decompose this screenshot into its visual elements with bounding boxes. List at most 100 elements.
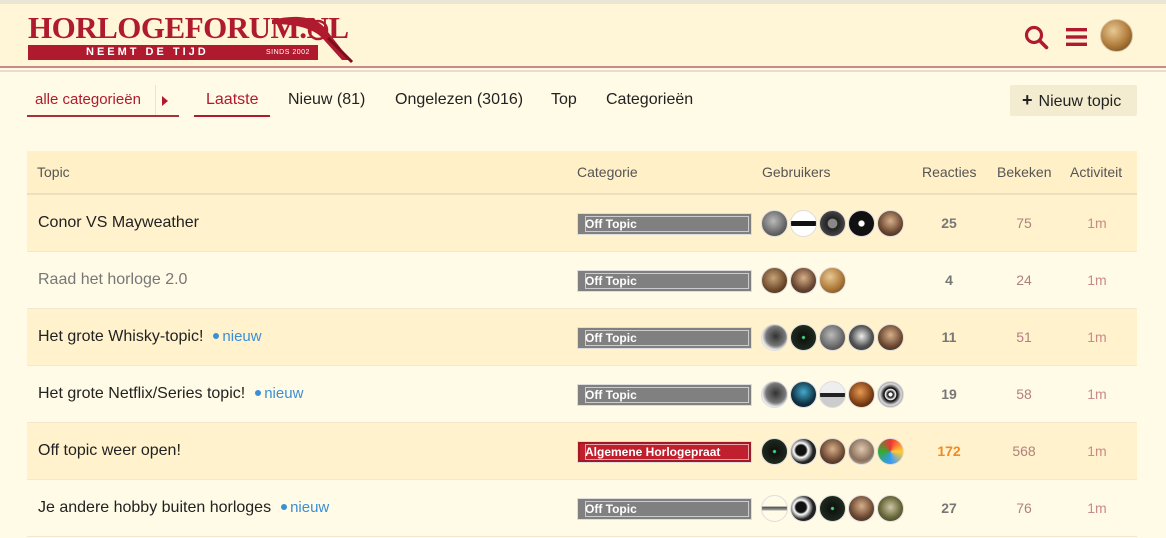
user-avatar[interactable]	[848, 210, 875, 237]
table-row: Raad het horloge 2.0 Off Topic 4 24 1m	[27, 252, 1137, 309]
user-avatar[interactable]	[848, 324, 875, 351]
tab-categories[interactable]: Categorieën	[606, 85, 693, 117]
column-category[interactable]: Categorie	[577, 151, 638, 193]
tab-unread[interactable]: Ongelezen (3016)	[395, 85, 523, 117]
table-row: Off topic weer open! Algemene Horlogepra…	[27, 423, 1137, 480]
tab-new[interactable]: Nieuw (81)	[288, 85, 365, 117]
category-badge[interactable]: Off Topic	[577, 270, 752, 292]
category-badge[interactable]: Off Topic	[577, 213, 752, 235]
hamburger-menu-icon[interactable]	[1064, 24, 1090, 50]
category-dropdown[interactable]: alle categorieën	[27, 85, 179, 117]
topic-title-link[interactable]: Conor VS Mayweather	[38, 195, 199, 251]
tab-latest[interactable]: Laatste	[194, 85, 271, 117]
user-avatar[interactable]	[848, 438, 875, 465]
user-avatar[interactable]	[877, 438, 904, 465]
user-avatar[interactable]	[790, 495, 817, 522]
user-avatar[interactable]	[790, 324, 817, 351]
last-activity[interactable]: 1m	[1067, 480, 1127, 536]
user-avatar[interactable]	[848, 495, 875, 522]
column-views[interactable]: Bekeken	[997, 151, 1051, 193]
table-row: Het grote Netflix/Series topic! nieuw Off…	[27, 366, 1137, 423]
last-activity[interactable]: 1m	[1067, 309, 1127, 365]
user-avatar[interactable]	[761, 381, 788, 408]
new-dot-icon	[281, 504, 288, 511]
user-avatar[interactable]	[819, 495, 846, 522]
user-avatar[interactable]	[790, 438, 817, 465]
reply-count[interactable]: 25	[919, 195, 979, 251]
caret-right-icon	[162, 96, 168, 106]
user-avatar[interactable]	[761, 438, 788, 465]
category-badge-label: Off Topic	[585, 216, 749, 232]
reply-count[interactable]: 11	[919, 309, 979, 365]
new-indicator[interactable]: nieuw	[213, 328, 262, 345]
new-indicator[interactable]: nieuw	[255, 385, 303, 402]
topic-title-link[interactable]: Je andere hobby buiten horloges nieuw	[38, 480, 329, 536]
user-avatar[interactable]	[761, 267, 788, 294]
plus-icon: +	[1022, 90, 1033, 110]
last-activity[interactable]: 1m	[1067, 195, 1127, 251]
category-badge[interactable]: Off Topic	[577, 498, 752, 520]
user-avatar[interactable]	[761, 324, 788, 351]
user-avatar[interactable]	[819, 210, 846, 237]
last-activity[interactable]: 1m	[1067, 366, 1127, 422]
site-logo[interactable]: HORLOGEFORUM.NL NEEMT DE TIJD SINDS 2002	[26, 10, 354, 66]
category-badge[interactable]: Algemene Horlogepraat	[577, 441, 752, 463]
search-icon[interactable]	[1023, 24, 1049, 50]
user-avatar[interactable]	[819, 438, 846, 465]
user-avatar[interactable]	[761, 210, 788, 237]
user-avatar[interactable]	[877, 324, 904, 351]
column-users: Gebruikers	[762, 164, 831, 180]
new-label: nieuw	[290, 499, 330, 516]
last-activity[interactable]: 1m	[1067, 252, 1127, 308]
table-row: Je andere hobby buiten horloges nieuw Off…	[27, 480, 1137, 537]
table-row: Het grote Whisky-topic! nieuw Off Topic 1…	[27, 309, 1137, 366]
category-badge-label: Off Topic	[585, 273, 749, 289]
user-avatar[interactable]	[819, 324, 846, 351]
topic-title-link[interactable]: Het grote Netflix/Series topic! nieuw	[38, 366, 303, 422]
table-row: Conor VS Mayweather Off Topic 25 75 1m	[27, 195, 1137, 252]
topic-title-link[interactable]: Raad het horloge 2.0	[38, 252, 187, 308]
new-topic-button[interactable]: + Nieuw topic	[1010, 85, 1137, 116]
user-avatar[interactable]	[790, 381, 817, 408]
user-avatar[interactable]	[877, 495, 904, 522]
user-avatar[interactable]	[848, 381, 875, 408]
topic-title: Conor VS Mayweather	[38, 214, 199, 231]
column-replies[interactable]: Reacties	[922, 151, 976, 193]
user-avatar[interactable]	[790, 210, 817, 237]
category-dropdown-label: alle categorieën	[35, 91, 141, 108]
reply-count[interactable]: 172	[919, 423, 979, 479]
topic-title-link[interactable]: Off topic weer open!	[38, 423, 181, 479]
current-user-avatar[interactable]	[1100, 19, 1133, 52]
user-avatar[interactable]	[877, 381, 904, 408]
tab-top[interactable]: Top	[551, 85, 577, 117]
user-avatar[interactable]	[761, 495, 788, 522]
column-topic[interactable]: Topic	[37, 151, 70, 193]
category-dropdown-divider	[155, 85, 156, 115]
new-indicator[interactable]: nieuw	[281, 499, 329, 516]
view-count: 24	[1016, 272, 1032, 288]
view-count: 58	[1016, 386, 1032, 402]
new-topic-label: Nieuw topic	[1038, 93, 1122, 110]
view-count: 568	[1012, 443, 1036, 459]
topic-navigation: alle categorieën Laatste Nieuw (81) Onge…	[27, 85, 1137, 117]
topic-title: Raad het horloge 2.0	[38, 271, 188, 288]
reply-count[interactable]: 27	[919, 480, 979, 536]
user-avatar[interactable]	[877, 210, 904, 237]
category-badge-label: Off Topic	[585, 501, 749, 517]
column-activity[interactable]: Activiteit	[1070, 151, 1122, 193]
new-label: nieuw	[264, 385, 304, 402]
reply-count[interactable]: 4	[919, 252, 979, 308]
view-count: 75	[1016, 215, 1032, 231]
user-avatar[interactable]	[819, 267, 846, 294]
user-avatar[interactable]	[819, 381, 846, 408]
logo-tagline: NEEMT DE TIJD	[86, 46, 209, 58]
last-activity[interactable]: 1m	[1067, 423, 1127, 479]
category-badge-label: Off Topic	[585, 387, 749, 403]
user-avatar[interactable]	[790, 267, 817, 294]
reply-count[interactable]: 19	[919, 366, 979, 422]
topic-title-link[interactable]: Het grote Whisky-topic! nieuw	[38, 309, 262, 365]
category-badge-label: Off Topic	[585, 330, 749, 346]
category-badge[interactable]: Off Topic	[577, 327, 752, 349]
category-badge[interactable]: Off Topic	[577, 384, 752, 406]
topic-list-header: Topic Categorie Gebruikers Reacties Beke…	[27, 151, 1137, 195]
